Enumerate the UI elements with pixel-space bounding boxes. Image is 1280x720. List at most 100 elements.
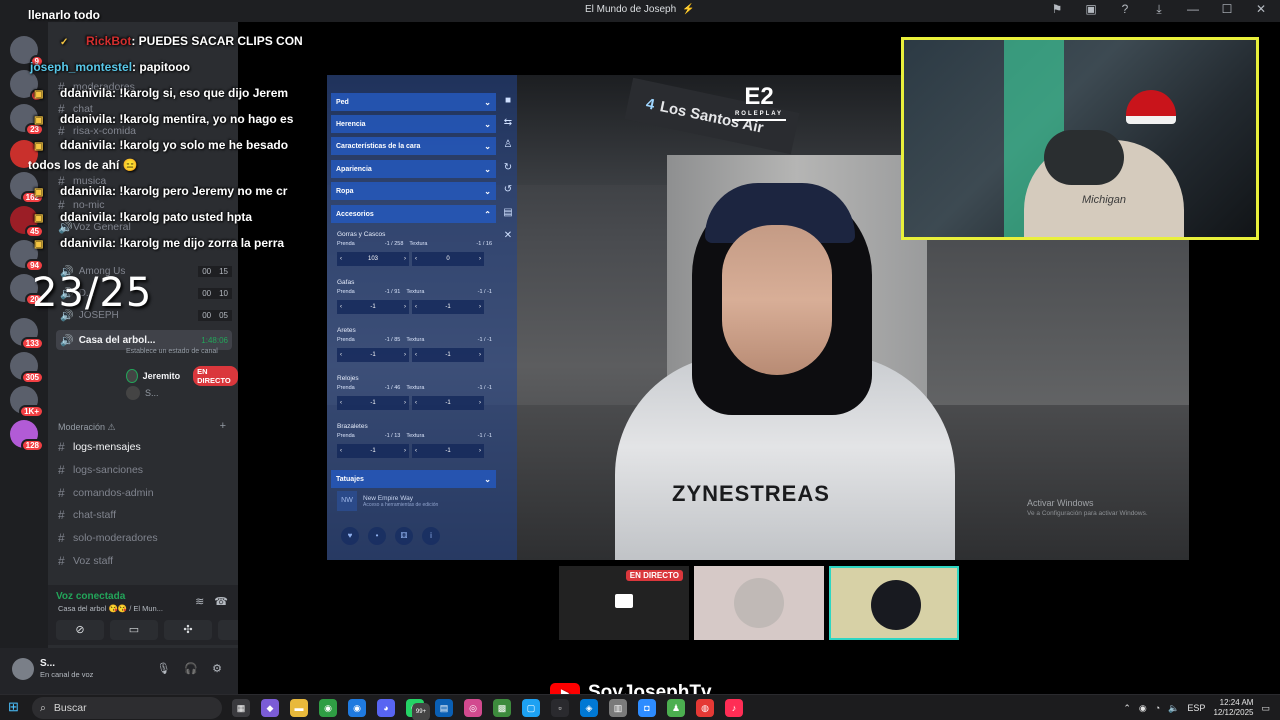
headphones-icon[interactable]: 🎧 xyxy=(184,662,198,675)
app-icon[interactable]: ◍ xyxy=(696,699,714,717)
person-icon[interactable]: ♙ xyxy=(501,139,515,153)
chevron-left-icon[interactable]: ‹ xyxy=(415,400,417,406)
voice-user-jeremito[interactable]: Jeremito EN DIRECTO xyxy=(126,366,238,386)
microphone-icon[interactable]: 🎙 xyxy=(156,662,170,675)
waveform-icon[interactable]: ≋ xyxy=(195,595,204,608)
channel-item-solo-moderadores[interactable]: # solo-moderadores xyxy=(58,531,158,545)
textura-stepper[interactable]: ‹ 0 › xyxy=(412,252,484,266)
undo-icon[interactable]: ↺ xyxy=(501,184,515,198)
app-icon[interactable]: ♟ xyxy=(667,699,685,717)
chevron-left-icon[interactable]: ‹ xyxy=(340,304,342,310)
camera-icon[interactable]: ■ xyxy=(501,95,515,109)
prenda-stepper[interactable]: ‹ -1 › xyxy=(337,396,409,410)
close-button[interactable]: ✕ xyxy=(1252,2,1270,17)
adjust-icon[interactable]: ⇆ xyxy=(501,117,515,131)
obs-icon[interactable]: ◉ xyxy=(1139,703,1147,714)
refresh-icon[interactable]: ↻ xyxy=(501,162,515,176)
server-icon[interactable]: 305 xyxy=(10,352,44,384)
chevron-right-icon[interactable]: › xyxy=(404,256,406,262)
chevron-right-icon[interactable]: › xyxy=(479,352,481,358)
chevron-right-icon[interactable]: › xyxy=(404,448,406,454)
server-icon[interactable]: 1K+ xyxy=(10,386,44,418)
prenda-stepper[interactable]: ‹ -1 › xyxy=(337,348,409,362)
whatsapp-icon[interactable]: ✆99+ xyxy=(406,699,430,720)
chevron-left-icon[interactable]: ‹ xyxy=(340,400,342,406)
participant-tile-speaking[interactable] xyxy=(829,566,959,640)
voice-connected-channel[interactable]: Casa del arbol 😘😘 / El Mun... xyxy=(58,604,163,613)
heart-icon[interactable]: ♥ xyxy=(341,527,359,545)
disconnect-icon[interactable]: ☎ xyxy=(214,595,228,608)
file-explorer-icon[interactable]: ▬ xyxy=(290,699,308,717)
windows-start-icon[interactable]: ⊞ xyxy=(8,700,22,714)
chevron-left-icon[interactable]: ‹ xyxy=(415,256,417,262)
chevron-right-icon[interactable]: › xyxy=(404,304,406,310)
screen-share-button[interactable]: ▭ xyxy=(110,620,158,640)
dice-icon[interactable]: ⚅ xyxy=(395,527,413,545)
chevron-left-icon[interactable]: ‹ xyxy=(340,352,342,358)
textura-stepper[interactable]: ‹ -1 › xyxy=(412,396,484,410)
channel-status-prompt[interactable]: Establece un estado de canal xyxy=(126,348,218,355)
taskbar-search[interactable]: ⌕ Buscar xyxy=(32,697,222,719)
stream-thumbnail[interactable]: EN DIRECTO xyxy=(559,566,689,640)
chevron-right-icon[interactable]: › xyxy=(479,256,481,262)
textura-stepper[interactable]: ‹ -1 › xyxy=(412,300,484,314)
chevron-right-icon[interactable]: › xyxy=(479,400,481,406)
maximize-button[interactable]: ☐ xyxy=(1218,2,1236,17)
info-icon[interactable]: i xyxy=(422,527,440,545)
menu-section-ped[interactable]: Ped ⌄ xyxy=(331,93,496,111)
tattoo-card[interactable]: NW New Empire Way Acceso a herramientas d… xyxy=(337,486,487,516)
channel-item-logs-sanciones[interactable]: # logs-sanciones xyxy=(58,463,143,477)
voice-user-s[interactable]: S... xyxy=(126,386,159,400)
save-icon[interactable]: ▤ xyxy=(501,207,515,221)
tiktok-icon[interactable]: ♪ xyxy=(725,699,743,717)
category-moderacion[interactable]: Moderación ⚠ xyxy=(58,422,116,433)
clock[interactable]: 12:24 AM 12/12/2025 xyxy=(1213,698,1253,718)
chrome-icon[interactable]: ◉ xyxy=(319,699,337,717)
channel-item-logs-mensajes[interactable]: # logs-mensajes xyxy=(58,440,141,454)
chevron-left-icon[interactable]: ‹ xyxy=(415,304,417,310)
chevron-right-icon[interactable]: › xyxy=(404,400,406,406)
task-view-icon[interactable]: ▦ xyxy=(232,699,250,717)
menu-section-ropa[interactable]: Ropa ⌄ xyxy=(331,182,496,200)
menu-section-cara[interactable]: Características de la cara ⌄ xyxy=(331,137,496,155)
gear-icon[interactable]: ⚙ xyxy=(212,662,222,675)
channel-item-voz-staff[interactable]: # Voz staff xyxy=(58,554,113,568)
chevron-left-icon[interactable]: ‹ xyxy=(415,448,417,454)
screen-share-icon[interactable]: ▣ xyxy=(1082,2,1100,17)
menu-section-accesorios[interactable]: Accesorios ⌃ xyxy=(331,205,496,223)
server-icon[interactable]: 133 xyxy=(10,318,44,350)
app-icon[interactable]: ◘ xyxy=(638,699,656,717)
app-icon[interactable]: ▫ xyxy=(551,699,569,717)
app-icon[interactable]: ▥ xyxy=(609,699,627,717)
voice-channel-casa-del-arbol[interactable]: 🔊 Casa del arbol... 1:48:06 xyxy=(56,330,232,350)
dot-icon[interactable]: • xyxy=(368,527,386,545)
channel-item-comandos-admin[interactable]: # comandos-admin xyxy=(58,486,154,500)
server-icon[interactable]: 128 xyxy=(10,420,44,452)
menu-section-apariencia[interactable]: Apariencia ⌄ xyxy=(331,160,496,178)
chevron-right-icon[interactable]: › xyxy=(479,448,481,454)
copilot-icon[interactable]: ◆ xyxy=(261,699,279,717)
notification-icon[interactable]: ▭ xyxy=(1261,703,1270,714)
lang-indicator[interactable]: ESP xyxy=(1187,703,1205,713)
textura-stepper[interactable]: ‹ -1 › xyxy=(412,444,484,458)
app-icon[interactable]: ◈ xyxy=(580,699,598,717)
chevron-left-icon[interactable]: ‹ xyxy=(415,352,417,358)
help-icon[interactable]: ? xyxy=(1116,2,1134,17)
chevron-up-icon[interactable]: ⌃ xyxy=(1123,703,1131,714)
volume-icon[interactable]: 🔈 xyxy=(1168,703,1179,714)
calendar-icon[interactable]: ▤ xyxy=(435,699,453,717)
activities-button[interactable]: ✣ xyxy=(164,620,212,640)
close-icon[interactable]: ✕ xyxy=(501,230,515,244)
minecraft-icon[interactable]: ▩ xyxy=(493,699,511,717)
chevron-right-icon[interactable]: › xyxy=(404,352,406,358)
prenda-stepper[interactable]: ‹ 103 › xyxy=(337,252,409,266)
inbox-icon[interactable]: ⚑ xyxy=(1048,2,1066,17)
download-icon[interactable]: ⤓ xyxy=(1150,2,1168,17)
chevron-left-icon[interactable]: ‹ xyxy=(340,448,342,454)
menu-section-herencia[interactable]: Herencia ⌄ xyxy=(331,115,496,133)
prenda-stepper[interactable]: ‹ -1 › xyxy=(337,444,409,458)
prenda-stepper[interactable]: ‹ -1 › xyxy=(337,300,409,314)
camera-off-button[interactable]: ⊘ xyxy=(56,620,104,640)
avatar[interactable] xyxy=(12,658,34,680)
textura-stepper[interactable]: ‹ -1 › xyxy=(412,348,484,362)
